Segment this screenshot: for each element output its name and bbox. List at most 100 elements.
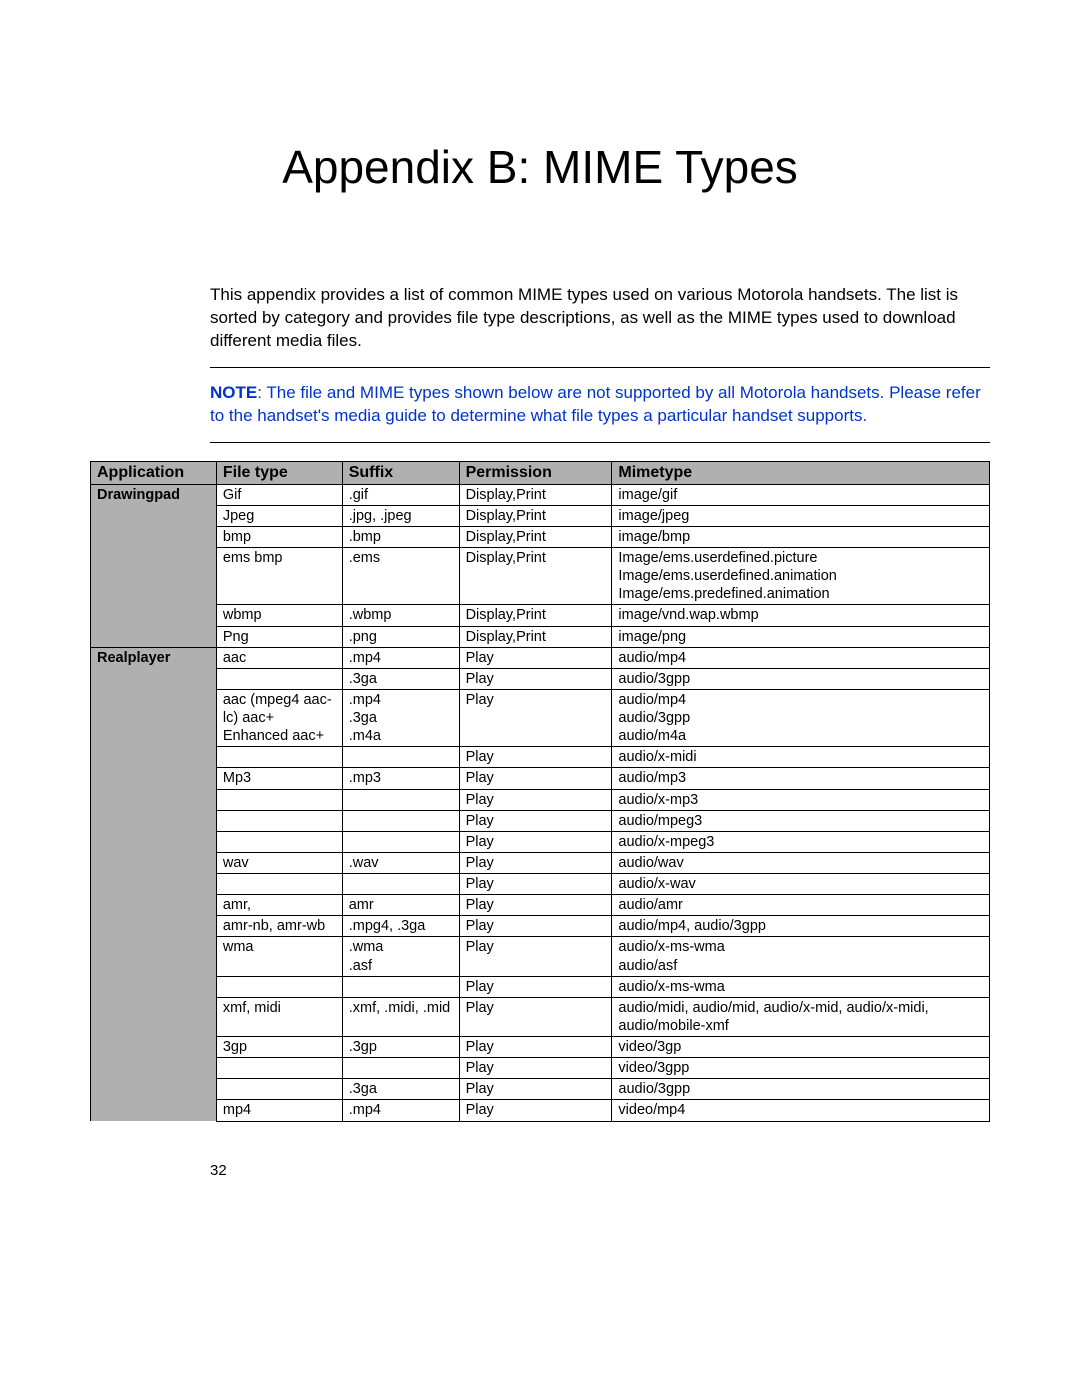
mimetype-cell: audio/mp3: [612, 768, 990, 789]
permission-cell: Play: [459, 647, 612, 668]
table-row: mp4.mp4Playvideo/mp4: [91, 1100, 990, 1121]
permission-cell: Play: [459, 831, 612, 852]
permission-cell: Play: [459, 810, 612, 831]
suffix-cell: [342, 747, 459, 768]
suffix-cell: .wbmp: [342, 605, 459, 626]
mimetype-cell: audio/midi, audio/mid, audio/x-mid, audi…: [612, 997, 990, 1036]
table-row: Mp3.mp3Playaudio/mp3: [91, 768, 990, 789]
permission-cell: Play: [459, 1100, 612, 1121]
mimetype-cell: audio/amr: [612, 895, 990, 916]
filetype-cell: [216, 747, 342, 768]
header-mimetype: Mimetype: [612, 461, 990, 484]
table-row: amr,amrPlayaudio/amr: [91, 895, 990, 916]
permission-cell: Display,Print: [459, 626, 612, 647]
filetype-cell: xmf, midi: [216, 997, 342, 1036]
suffix-cell: [342, 976, 459, 997]
note-paragraph: NOTE: The file and MIME types shown belo…: [210, 382, 990, 428]
appendix-title: Appendix B: MIME Types: [90, 140, 990, 194]
filetype-cell: aac: [216, 647, 342, 668]
permission-cell: Play: [459, 874, 612, 895]
table-row: Jpeg.jpg, .jpegDisplay,Printimage/jpeg: [91, 505, 990, 526]
filetype-cell: ems bmp: [216, 548, 342, 605]
suffix-cell: .ems: [342, 548, 459, 605]
header-filetype: File type: [216, 461, 342, 484]
table-row: xmf, midi.xmf, .midi, .midPlayaudio/midi…: [91, 997, 990, 1036]
mimetype-cell: video/mp4: [612, 1100, 990, 1121]
mimetype-cell: image/bmp: [612, 526, 990, 547]
suffix-cell: .mp4: [342, 647, 459, 668]
permission-cell: Display,Print: [459, 526, 612, 547]
permission-cell: Play: [459, 689, 612, 746]
suffix-cell: .mp3: [342, 768, 459, 789]
suffix-cell: [342, 810, 459, 831]
table-row: amr-nb, amr-wb.mpg4, .3gaPlayaudio/mp4, …: [91, 916, 990, 937]
table-row: aac (mpeg4 aac-lc) aac+ Enhanced aac+.mp…: [91, 689, 990, 746]
table-row: Realplayeraac.mp4Playaudio/mp4: [91, 647, 990, 668]
permission-cell: Display,Print: [459, 484, 612, 505]
filetype-cell: [216, 874, 342, 895]
permission-cell: Play: [459, 747, 612, 768]
suffix-cell: .mp4.3ga.m4a: [342, 689, 459, 746]
table-row: ems bmp.emsDisplay,PrintImage/ems.userde…: [91, 548, 990, 605]
mimetype-cell: video/3gpp: [612, 1058, 990, 1079]
filetype-cell: [216, 668, 342, 689]
mimetype-cell: audio/x-ms-wmaaudio/asf: [612, 937, 990, 976]
suffix-cell: .3ga: [342, 668, 459, 689]
filetype-cell: [216, 1079, 342, 1100]
permission-cell: Display,Print: [459, 548, 612, 605]
mimetype-cell: audio/mp4audio/3gppaudio/m4a: [612, 689, 990, 746]
suffix-cell: amr: [342, 895, 459, 916]
filetype-cell: [216, 976, 342, 997]
suffix-cell: [342, 1058, 459, 1079]
header-suffix: Suffix: [342, 461, 459, 484]
filetype-cell: [216, 789, 342, 810]
suffix-cell: .mpg4, .3ga: [342, 916, 459, 937]
mimetype-cell: image/jpeg: [612, 505, 990, 526]
mimetype-cell: image/vnd.wap.wbmp: [612, 605, 990, 626]
permission-cell: Display,Print: [459, 505, 612, 526]
filetype-cell: wbmp: [216, 605, 342, 626]
mimetype-cell: audio/mp4: [612, 647, 990, 668]
table-row: wav.wavPlayaudio/wav: [91, 852, 990, 873]
note-label: NOTE: [210, 383, 257, 402]
intro-paragraph: This appendix provides a list of common …: [210, 284, 990, 353]
permission-cell: Play: [459, 789, 612, 810]
table-row: wma.wma.asfPlayaudio/x-ms-wmaaudio/asf: [91, 937, 990, 976]
suffix-cell: [342, 874, 459, 895]
filetype-cell: bmp: [216, 526, 342, 547]
suffix-cell: [342, 789, 459, 810]
permission-cell: Play: [459, 1058, 612, 1079]
suffix-cell: [342, 831, 459, 852]
table-row: wbmp.wbmpDisplay,Printimage/vnd.wap.wbmp: [91, 605, 990, 626]
separator-line: [210, 367, 990, 368]
filetype-cell: Jpeg: [216, 505, 342, 526]
permission-cell: Play: [459, 976, 612, 997]
permission-cell: Play: [459, 768, 612, 789]
suffix-cell: .wma.asf: [342, 937, 459, 976]
permission-cell: Play: [459, 916, 612, 937]
table-row: Png.pngDisplay,Printimage/png: [91, 626, 990, 647]
mimetype-cell: image/gif: [612, 484, 990, 505]
mime-types-table: Application File type Suffix Permission …: [90, 461, 990, 1122]
mimetype-cell: image/png: [612, 626, 990, 647]
table-row: Playaudio/x-wav: [91, 874, 990, 895]
permission-cell: Play: [459, 852, 612, 873]
filetype-cell: [216, 831, 342, 852]
mimetype-cell: audio/x-mpeg3: [612, 831, 990, 852]
filetype-cell: amr,: [216, 895, 342, 916]
table-row: Playaudio/x-mp3: [91, 789, 990, 810]
suffix-cell: .bmp: [342, 526, 459, 547]
application-cell: Drawingpad: [91, 484, 217, 647]
filetype-cell: 3gp: [216, 1037, 342, 1058]
mimetype-cell: audio/3gpp: [612, 668, 990, 689]
table-row: Playaudio/x-ms-wma: [91, 976, 990, 997]
permission-cell: Display,Print: [459, 605, 612, 626]
permission-cell: Play: [459, 937, 612, 976]
table-header-row: Application File type Suffix Permission …: [91, 461, 990, 484]
filetype-cell: Gif: [216, 484, 342, 505]
suffix-cell: .wav: [342, 852, 459, 873]
filetype-cell: mp4: [216, 1100, 342, 1121]
suffix-cell: .png: [342, 626, 459, 647]
table-row: Playaudio/mpeg3: [91, 810, 990, 831]
table-row: Playvideo/3gpp: [91, 1058, 990, 1079]
